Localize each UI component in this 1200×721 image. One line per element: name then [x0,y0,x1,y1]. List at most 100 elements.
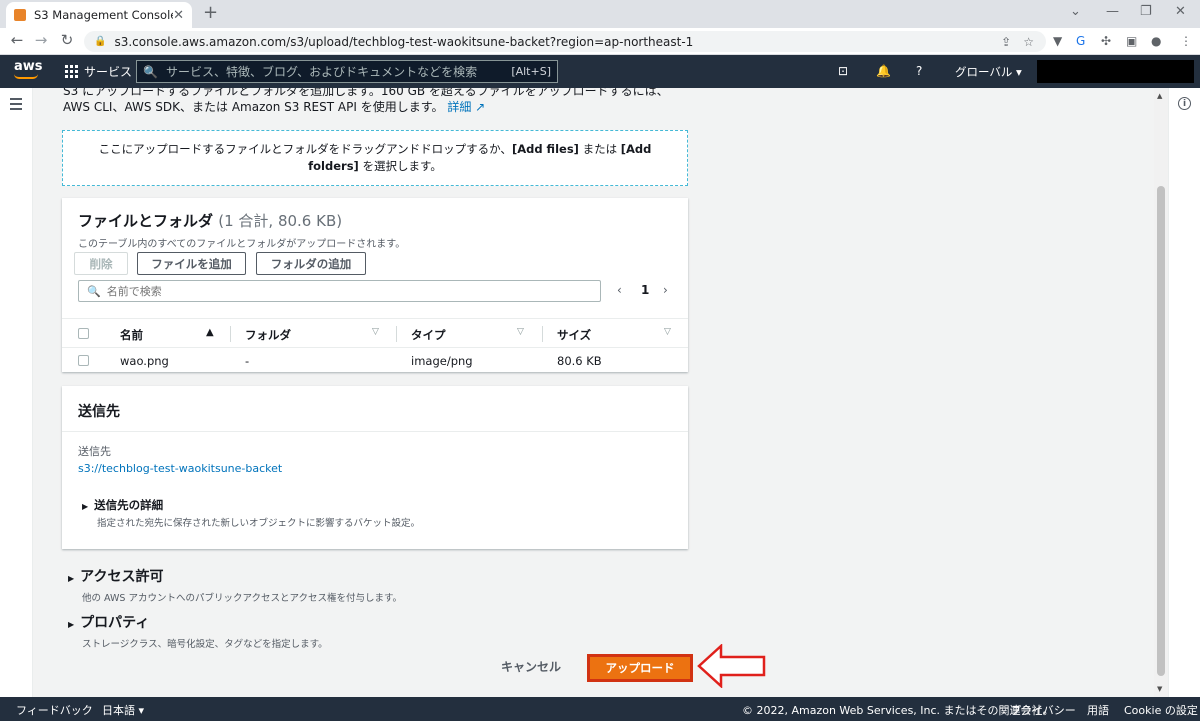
share-icon[interactable]: ⇪ [1001,35,1011,49]
access-description: 他の AWS アカウントへのパブリックアクセスとアクセス権を付与します。 [82,593,403,604]
new-tab-icon[interactable]: + [203,3,218,23]
services-menu-button[interactable]: サービス [65,63,132,80]
properties-expander[interactable]: ▶ プロパティ [68,612,328,632]
region-selector[interactable]: グローバル ▾ [955,64,1022,80]
tab-title: S3 Management Console [34,8,174,22]
info-icon[interactable]: i [1178,97,1191,110]
terms-link[interactable]: 用語 [1087,702,1109,718]
column-header-type[interactable]: タイプ [411,327,446,343]
cookie-settings-link[interactable]: Cookie の設定 [1124,702,1198,718]
cloudshell-icon[interactable]: ⊡ [838,64,848,78]
type-cell: image/png [411,354,473,368]
column-divider [542,326,543,342]
column-header-folder[interactable]: フォルダ [245,327,291,343]
drag-drop-zone[interactable]: ここにアップロードするファイルとフォルダをドラッグアンドドロップするか、[Add… [62,130,688,186]
browser-tab[interactable]: S3 Management Console ✕ [6,2,192,28]
files-search-input[interactable] [106,284,592,298]
next-page-icon[interactable]: › [663,283,668,297]
destination-title: 送信先 [78,404,120,420]
properties-section: ▶ プロパティ ストレージクラス、暗号化設定、タグなどを指定します。 [68,612,328,650]
main-scrollbar[interactable]: ▲ ▼ [1154,88,1168,697]
page-number[interactable]: 1 [641,283,649,297]
grid-icon [65,65,78,78]
destination-bucket-link[interactable]: s3://techblog-test-waokitsune-backet [78,462,282,475]
destination-label: 送信先 [78,445,111,458]
dropzone-text-after: を選択します。 [358,159,442,173]
privacy-link[interactable]: プライバシー [1010,702,1076,718]
size-cell: 80.6 KB [557,354,602,368]
aws-logo-text: aws [14,59,43,74]
minimize-icon[interactable]: — [1106,4,1119,19]
scrollbar-thumb[interactable] [1157,186,1165,676]
lock-icon[interactable]: 🔒 [94,36,106,47]
browser-menu-icon[interactable]: ⋮ [1180,34,1192,48]
back-icon[interactable]: ← [5,31,29,49]
scroll-down-icon[interactable]: ▼ [1157,685,1162,693]
reload-icon[interactable]: ↻ [55,31,79,49]
table-row[interactable]: wao.png - image/png 80.6 KB [62,349,688,372]
properties-description: ストレージクラス、暗号化設定、タグなどを指定します。 [82,639,328,650]
aws-smile-icon [14,74,38,79]
profile-avatar-icon[interactable]: ● [1151,34,1161,48]
files-panel-description: このテーブル内のすべてのファイルとフォルダがアップロードされます。 [78,239,406,250]
search-icon: 🔍 [87,284,101,298]
add-folder-button[interactable]: フォルダの追加 [256,252,366,275]
account-menu-redacted[interactable] [1037,60,1194,83]
destination-details-expander[interactable]: ▶ 送信先の詳細 [82,497,163,513]
access-expander[interactable]: ▶ アクセス許可 [68,566,402,586]
sort-icon[interactable]: ▽ [664,327,671,337]
dropzone-text: ここにアップロードするファイルとフォルダをドラッグアンドドロップするか、 [98,142,512,156]
row-checkbox[interactable] [78,355,89,366]
feedback-link[interactable]: フィードバック [16,702,93,718]
select-all-checkbox[interactable] [78,328,89,339]
forward-icon[interactable]: → [29,31,53,49]
aws-search-box[interactable]: 🔍 [Alt+S] [136,60,558,83]
side-panel-icon[interactable]: ▣ [1126,34,1137,48]
sort-ascending-icon[interactable]: ▲ [206,327,214,338]
translate-icon[interactable]: G [1076,34,1085,48]
sort-icon[interactable]: ▽ [372,327,379,337]
column-divider [396,326,397,342]
files-table-header: 名前 ▲ フォルダ ▽ タイプ ▽ サイズ ▽ [62,318,688,348]
cancel-button[interactable]: キャンセル [501,658,561,675]
notifications-bell-icon[interactable]: 🔔 [876,64,891,78]
hamburger-menu-icon[interactable] [10,98,22,113]
s3-favicon-icon [14,9,26,21]
browser-tab-strip: S3 Management Console ✕ + ⌄ — ❐ ✕ [0,0,1200,28]
add-files-button[interactable]: ファイルを追加 [137,252,246,275]
destination-details-title: 送信先の詳細 [94,498,164,512]
destination-header: 送信先 [62,386,688,432]
prev-page-icon[interactable]: ‹ [617,283,622,297]
close-window-icon[interactable]: ✕ [1175,4,1186,19]
upload-button[interactable]: アップロード [587,654,693,682]
files-panel-title: ファイルとフォルダ (1 合計, 80.6 KB) [78,212,343,230]
learn-more-link[interactable]: 詳細 ↗ [447,100,485,114]
column-header-name[interactable]: 名前 [120,327,143,343]
access-title: アクセス許可 [80,569,164,585]
caret-right-icon: ▶ [68,620,75,629]
caret-right-icon: ▶ [68,574,75,583]
folder-cell: - [245,354,250,368]
aws-console-header: aws サービス 🔍 [Alt+S] ⊡ 🔔 ? グローバル ▾ [0,55,1200,88]
tab-search-icon[interactable]: ⌄ [1070,4,1081,19]
column-header-size[interactable]: サイズ [557,327,591,343]
search-shortcut: [Alt+S] [511,65,551,78]
url-text[interactable]: s3.console.aws.amazon.com/s3/upload/tech… [114,35,1001,49]
destination-details-description: 指定された宛先に保存された新しいオブジェクトに影響するバケット設定。 [97,518,421,529]
scroll-up-icon[interactable]: ▲ [1157,92,1162,100]
aws-search-input[interactable] [165,64,512,79]
properties-title: プロパティ [80,615,150,631]
files-and-folders-panel: ファイルとフォルダ (1 合計, 80.6 KB) このテーブル内のすべてのファ… [62,198,688,372]
help-icon[interactable]: ? [916,64,922,78]
bookmark-star-icon[interactable]: ☆ [1023,35,1034,49]
aws-logo[interactable]: aws [14,60,43,79]
close-tab-icon[interactable]: ✕ [173,8,184,23]
sort-icon[interactable]: ▽ [517,327,524,337]
extension-v-icon[interactable]: ▼ [1053,34,1062,48]
extensions-puzzle-icon[interactable]: ✣ [1101,34,1111,48]
restore-icon[interactable]: ❐ [1140,4,1152,19]
delete-button[interactable]: 削除 [74,252,128,275]
files-search-box[interactable]: 🔍 [78,280,601,302]
language-selector[interactable]: 日本語 ▾ [102,702,144,718]
address-bar[interactable]: 🔒 s3.console.aws.amazon.com/s3/upload/te… [84,31,1046,52]
